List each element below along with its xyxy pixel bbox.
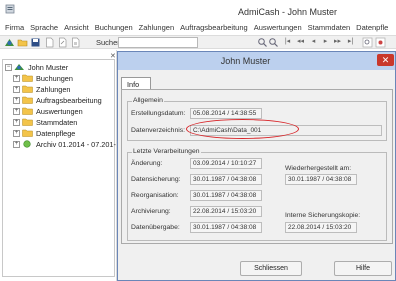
expand-icon[interactable]: + (13, 129, 20, 137)
previous-page-icon[interactable]: ◂◂ (296, 37, 305, 47)
tree-item-datenpflege[interactable]: + Datenpflege (13, 128, 75, 138)
expand-icon[interactable]: + (13, 107, 20, 115)
interne-sicherung-value: 22.08.2014 / 15:03:20 (285, 222, 357, 233)
expand-icon[interactable]: + (13, 140, 20, 148)
folder-icon (22, 74, 33, 82)
wiederhergestellt-label: Wiederhergestellt am: (285, 165, 352, 172)
search-next-icon[interactable] (268, 37, 279, 48)
first-record-icon[interactable]: |◂ (283, 37, 292, 47)
tree-item-stammdaten[interactable]: + Stammdaten (13, 117, 77, 127)
menu-firma[interactable]: Firma (2, 22, 27, 34)
tree-root[interactable]: − John Muster (5, 62, 68, 72)
expand-icon[interactable]: + (13, 74, 20, 82)
company-icon[interactable] (4, 37, 15, 48)
search-input[interactable] (118, 37, 198, 48)
open-folder-icon[interactable] (17, 37, 28, 48)
menu-zahlungen[interactable]: Zahlungen (136, 22, 177, 34)
interne-sicherung-label: Interne Sicherungskopie: (285, 212, 361, 219)
schliessen-button[interactable]: Schliessen (240, 261, 302, 276)
tree-item-label: Datenpflege (36, 128, 76, 138)
expand-icon[interactable]: + (13, 85, 20, 93)
tree-item-label: Buchungen (36, 73, 73, 83)
datensicherung-value: 30.01.1987 / 04:38:08 (190, 174, 262, 185)
archivierung-label: Archivierung: (131, 208, 171, 215)
reorganisation-label: Reorganisation: (131, 192, 179, 199)
menu-ansicht[interactable]: Ansicht (61, 22, 92, 34)
tree-item-label: Stammdaten (36, 117, 78, 127)
menu-stammdaten[interactable]: Stammdaten (305, 22, 354, 34)
tree-item-label: Archiv 01.2014 - 07.201- (36, 139, 116, 149)
menu-bar: Firma Sprache Ansicht Buchungen Zahlunge… (0, 22, 396, 34)
folder-icon (22, 85, 33, 93)
archivierung-value: 22.08.2014 / 15:03:20 (190, 206, 262, 217)
company-icon (14, 64, 24, 70)
next-record-icon[interactable]: ▸ (321, 37, 330, 47)
datenuebergabe-label: Datenübergabe: (131, 224, 180, 231)
tree-view[interactable]: − John Muster + Buchungen + Zahlungen + … (2, 59, 116, 277)
search-icon[interactable] (257, 37, 268, 48)
zoom-icon[interactable] (362, 37, 373, 48)
menu-auswertungen[interactable]: Auswertungen (251, 22, 305, 34)
erstellungsdatum-label: Erstellungsdatum: (131, 110, 186, 117)
app-icon (5, 4, 15, 14)
menu-auftragsbearbeitung[interactable]: Auftragsbearbeitung (177, 22, 251, 34)
tree-item-buchungen[interactable]: + Buchungen (13, 73, 73, 83)
dialog-titlebar[interactable]: John Muster ✕ (118, 52, 395, 70)
erstellungsdatum-value: 05.08.2014 / 14:38:55 (190, 108, 262, 119)
tree-item-zahlungen[interactable]: + Zahlungen (13, 84, 71, 94)
document-copy-icon[interactable] (70, 37, 81, 48)
aenderung-value: 03.09.2014 / 10:10:27 (190, 158, 262, 169)
settings-icon[interactable] (375, 37, 386, 48)
tree-item-auftragsbearbeitung[interactable]: + Auftragsbearbeitung (13, 95, 102, 105)
toolbar: Suchen: |◂ ◂◂ ◂ ▸ ▸▸ ▸| (0, 35, 396, 49)
datenuebergabe-value: 30.01.1987 / 04:38:08 (190, 222, 262, 233)
expand-icon[interactable]: + (13, 118, 20, 126)
group-allgemein: Allgemein Erstellungsdatum: 05.08.2014 /… (127, 97, 387, 141)
group-title-verarbeitungen: Letzte Verarbeitungen (132, 148, 201, 155)
dialog-title: John Muster (220, 56, 271, 66)
window-title: AdmiCash - John Muster (238, 7, 338, 17)
save-icon[interactable] (30, 37, 41, 48)
hilfe-button[interactable]: Hilfe (334, 261, 392, 276)
datenverzeichnis-label: Datenverzeichnis: (131, 127, 186, 134)
tree-panel: ✕ − John Muster + Buchungen + Zahlungen … (0, 50, 117, 281)
reorganisation-value: 30.01.1987 / 04:38:08 (190, 190, 262, 201)
folder-icon (22, 118, 33, 126)
info-dialog: John Muster ✕ Info Allgemein Erstellungs… (117, 51, 396, 281)
folder-icon (22, 107, 33, 115)
highlight-annotation (186, 119, 299, 139)
expand-icon[interactable]: + (13, 96, 20, 104)
tree-item-archiv[interactable]: + Archiv 01.2014 - 07.201- (13, 139, 116, 149)
main-titlebar: AdmiCash - John Muster (0, 0, 396, 22)
tree-item-label: Zahlungen (36, 84, 71, 94)
datensicherung-label: Datensicherung: (131, 176, 181, 183)
last-record-icon[interactable]: ▸| (346, 37, 355, 47)
info-tab-pane: Allgemein Erstellungsdatum: 05.08.2014 /… (121, 89, 393, 244)
archive-icon (23, 140, 31, 148)
folder-icon (22, 96, 33, 104)
dialog-close-button[interactable]: ✕ (377, 54, 394, 66)
tree-item-label: Auswertungen (36, 106, 83, 116)
folder-icon (22, 129, 33, 137)
tree-item-label: Auftragsbearbeitung (36, 95, 102, 105)
menu-sprache[interactable]: Sprache (27, 22, 61, 34)
menu-datenpflege[interactable]: Datenpfle (353, 22, 391, 34)
tree-root-label: John Muster (28, 62, 69, 72)
aenderung-label: Änderung: (131, 160, 163, 167)
collapse-icon[interactable]: − (5, 63, 12, 71)
document-edit-icon[interactable] (57, 37, 68, 48)
wiederhergestellt-value: 30.01.1987 / 04:38:08 (285, 174, 357, 185)
menu-buchungen[interactable]: Buchungen (92, 22, 136, 34)
document-icon[interactable] (44, 37, 55, 48)
previous-record-icon[interactable]: ◂ (309, 37, 318, 47)
group-letzte-verarbeitungen: Letzte Verarbeitungen Änderung: 03.09.20… (127, 148, 387, 241)
group-title-allgemein: Allgemein (132, 97, 164, 104)
tree-item-auswertungen[interactable]: + Auswertungen (13, 106, 83, 116)
next-page-icon[interactable]: ▸▸ (333, 37, 342, 47)
